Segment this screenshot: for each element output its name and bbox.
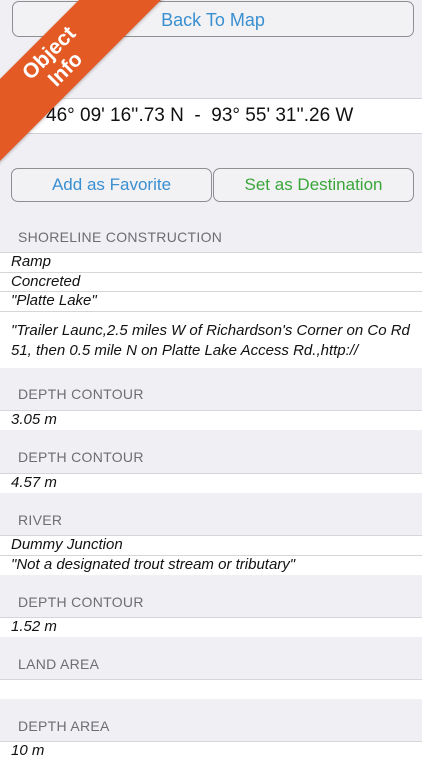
coordinates-display: 46° 09' 16''.73 N - 93° 55' 31''.26 W [0,98,422,134]
list-item: 3.05 m [0,410,422,430]
section-header-river: RIVER [18,512,63,528]
set-destination-button[interactable]: Set as Destination [213,168,414,202]
list-item [0,679,422,699]
list-item: 10 m [0,741,422,761]
list-item: 4.57 m [0,473,422,493]
section-header-shoreline-construction: SHORELINE CONSTRUCTION [18,229,223,245]
list-item: "Trailer Launc,2.5 miles W of Richardson… [0,311,422,368]
section-header-depth-area: DEPTH AREA [18,718,110,734]
section-header-land-area: LAND AREA [18,656,100,672]
section-header-depth-contour: DEPTH CONTOUR [18,386,144,402]
back-to-map-button[interactable]: Back To Map [12,1,414,37]
list-item: Ramp [0,252,422,272]
section-header-depth-contour: DEPTH CONTOUR [18,594,144,610]
add-favorite-button[interactable]: Add as Favorite [11,168,212,202]
section-header-depth-contour: DEPTH CONTOUR [18,449,144,465]
list-item: "Not a designated trout stream or tribut… [0,555,422,575]
list-item: Concreted [0,272,422,292]
list-item: "Platte Lake" [0,291,422,311]
list-item: Dummy Junction [0,535,422,555]
list-item: 1.52 m [0,617,422,637]
